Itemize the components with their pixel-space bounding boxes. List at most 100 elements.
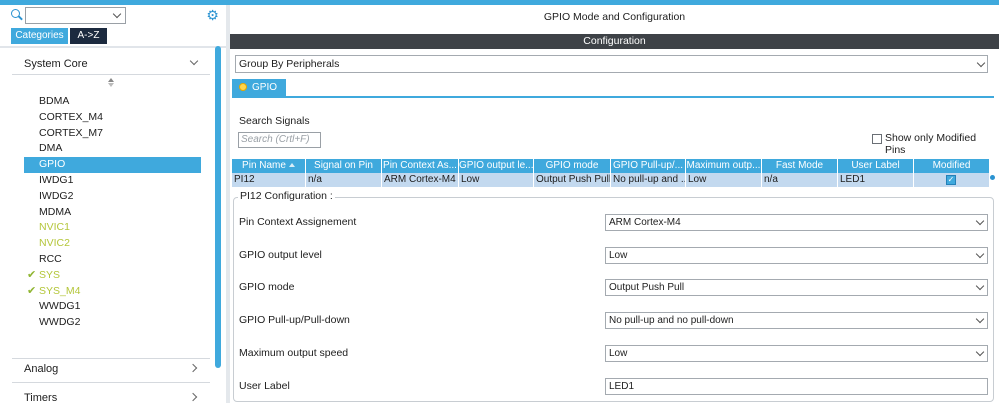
peripheral-item[interactable]: ✔ SYS_M4 bbox=[24, 284, 201, 300]
sort-up-icon[interactable] bbox=[108, 78, 114, 82]
config-value: Low bbox=[609, 348, 628, 359]
column-header[interactable]: Pin Name bbox=[232, 159, 306, 173]
config-value: ARM Cortex-M4 bbox=[609, 217, 681, 228]
column-header[interactable]: GPIO output le... bbox=[459, 159, 534, 173]
peripheral-label: GPIO bbox=[39, 158, 66, 171]
column-header-label: GPIO Pull-up/... bbox=[612, 160, 684, 171]
peripheral-item[interactable]: NVIC1 bbox=[24, 220, 201, 236]
peripheral-label: CORTEX_M7 bbox=[39, 126, 103, 139]
table-cell: ARM Cortex-M4 bbox=[382, 173, 459, 187]
config-select[interactable]: No pull-up and no pull-down bbox=[605, 312, 988, 329]
config-text-field[interactable]: LED1 bbox=[605, 378, 988, 395]
peripheral-item[interactable]: WWDG2 bbox=[24, 315, 201, 331]
pin-config-legend: PI12 Configuration : bbox=[238, 190, 335, 202]
peripheral-item[interactable]: IWDG2 bbox=[24, 189, 201, 205]
config-label: User Label bbox=[239, 380, 290, 392]
column-header-label: GPIO output le... bbox=[459, 160, 534, 171]
table-cell: No pull-up and ... bbox=[613, 173, 686, 187]
config-label: GPIO Pull-up/Pull-down bbox=[239, 314, 350, 326]
check-icon: ✔ bbox=[27, 268, 37, 281]
table-body: PI12 n/a ARM Cortex-M4 Low Output Push Pull N… bbox=[232, 173, 989, 187]
config-value: Low bbox=[609, 250, 628, 261]
column-header-label: Maximum outp... bbox=[686, 160, 761, 171]
show-modified-checkbox[interactable] bbox=[872, 134, 882, 144]
peripheral-label: WWDG2 bbox=[39, 316, 81, 329]
config-select[interactable]: Low bbox=[605, 247, 988, 264]
page-title: GPIO Mode and Configuration bbox=[543, 11, 686, 23]
section-divider bbox=[12, 382, 210, 383]
peripheral-label: NVIC1 bbox=[39, 221, 70, 234]
table-cell: n/a bbox=[306, 173, 382, 187]
peripheral-item[interactable]: CORTEX_M4 bbox=[24, 110, 201, 126]
gear-icon[interactable]: ⚙ bbox=[206, 8, 219, 22]
chevron-down-icon bbox=[975, 281, 985, 291]
column-header-label: Modified bbox=[932, 160, 971, 171]
search-combo[interactable] bbox=[25, 7, 126, 24]
show-modified-label: Show only Modified Pins bbox=[885, 132, 977, 156]
peripheral-item[interactable]: GPIO bbox=[24, 157, 201, 173]
chevron-down-icon bbox=[975, 314, 985, 324]
column-header[interactable]: Fast Mode bbox=[762, 159, 838, 173]
left-separator bbox=[0, 46, 226, 48]
sort-down-icon[interactable] bbox=[108, 83, 114, 87]
search-signals-label: Search Signals bbox=[239, 115, 310, 127]
section-timers[interactable]: Timers bbox=[24, 392, 57, 404]
peripheral-item[interactable]: CORTEX_M7 bbox=[24, 126, 201, 142]
column-header[interactable]: User Label bbox=[838, 159, 914, 173]
column-header-label: Pin Name bbox=[242, 160, 286, 171]
status-dot-icon bbox=[239, 83, 247, 91]
peripheral-label: BDMA bbox=[39, 95, 70, 107]
tab-underline bbox=[232, 96, 994, 98]
peripheral-item[interactable]: DMA bbox=[24, 141, 201, 157]
peripheral-label: NVIC2 bbox=[39, 237, 70, 250]
column-header-label: Pin Context As... bbox=[383, 160, 457, 171]
peripheral-item[interactable]: NVIC2 bbox=[24, 236, 201, 252]
config-select[interactable]: ARM Cortex-M4 bbox=[605, 214, 988, 231]
group-by-value: Group By Peripherals bbox=[239, 58, 340, 70]
peripheral-item[interactable]: WWDG1 bbox=[24, 299, 201, 315]
chevron-down-icon bbox=[112, 9, 122, 19]
peripheral-item[interactable]: RCC bbox=[24, 252, 201, 268]
config-select[interactable]: Low bbox=[605, 345, 988, 362]
peripheral-label: MDMA bbox=[39, 205, 72, 218]
peripheral-item[interactable]: ✔ SYS bbox=[24, 268, 201, 284]
search-signals-input[interactable]: Search (Crtl+F) bbox=[238, 132, 321, 148]
left-scrollbar[interactable] bbox=[215, 46, 221, 368]
peripheral-item[interactable]: MDMA bbox=[24, 205, 201, 221]
modified-checkbox[interactable]: ✓ bbox=[946, 175, 956, 185]
table-row[interactable]: PI12 n/a ARM Cortex-M4 Low Output Push Pull N… bbox=[232, 173, 989, 187]
group-by-select[interactable]: Group By Peripherals bbox=[235, 55, 988, 73]
table-cell: n/a bbox=[762, 173, 838, 187]
column-header[interactable]: Signal on Pin bbox=[306, 159, 382, 173]
peripheral-label: DMA bbox=[39, 142, 63, 155]
section-analog[interactable]: Analog bbox=[24, 363, 58, 375]
config-label: Maximum output speed bbox=[239, 347, 349, 359]
section-system-core[interactable]: System Core bbox=[24, 58, 88, 70]
peripheral-item[interactable]: BDMA bbox=[24, 94, 201, 110]
column-header-label: Signal on Pin bbox=[314, 160, 373, 171]
peripheral-item[interactable]: IWDG1 bbox=[24, 173, 201, 189]
tab-a-to-z[interactable]: A->Z bbox=[70, 28, 107, 44]
column-header[interactable]: GPIO mode bbox=[534, 159, 611, 173]
column-header[interactable]: Pin Context As... bbox=[382, 159, 459, 173]
configuration-bar: Configuration bbox=[230, 34, 999, 49]
check-icon: ✔ bbox=[27, 284, 37, 297]
section-divider bbox=[12, 358, 210, 359]
peripheral-label: SYS bbox=[39, 268, 61, 281]
table-cell: ✓ bbox=[914, 173, 989, 187]
config-label: Pin Context Assignement bbox=[239, 216, 357, 228]
peripheral-list: BDMA CORTEX_M4 CORTEX_M7 DMA GPIO IWDG1 IWDG2 M… bbox=[24, 94, 201, 331]
column-header[interactable]: Maximum outp... bbox=[686, 159, 762, 173]
config-select[interactable]: Output Push Pull bbox=[605, 279, 988, 296]
peripheral-label: RCC bbox=[39, 252, 62, 265]
config-value: Output Push Pull bbox=[609, 282, 685, 293]
tab-categories[interactable]: Categories bbox=[11, 28, 68, 44]
tab-gpio-label: GPIO bbox=[252, 82, 278, 93]
search-icon[interactable] bbox=[11, 9, 20, 18]
config-value: No pull-up and no pull-down bbox=[609, 315, 734, 326]
column-header[interactable]: Modified bbox=[914, 159, 989, 173]
chevron-down-icon bbox=[975, 249, 985, 259]
column-header[interactable]: GPIO Pull-up/... bbox=[611, 159, 686, 173]
column-header-label: GPIO mode bbox=[545, 160, 599, 171]
config-value: LED1 bbox=[609, 381, 635, 392]
